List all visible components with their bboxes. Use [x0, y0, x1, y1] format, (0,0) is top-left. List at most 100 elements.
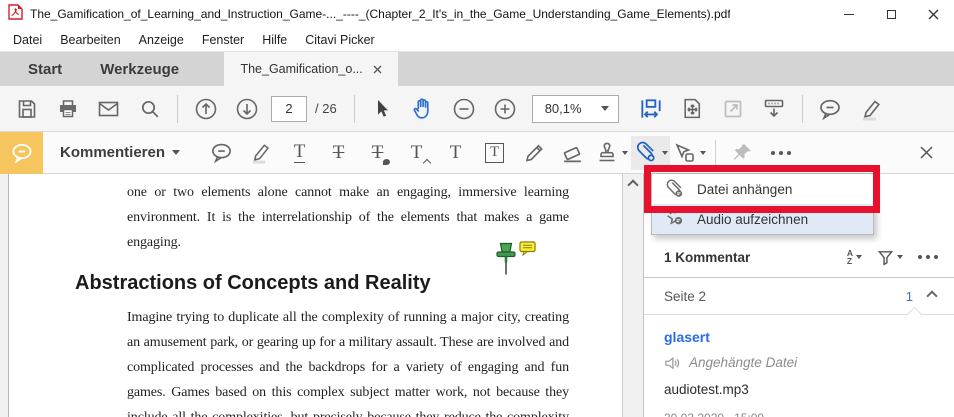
save-icon [15, 97, 39, 121]
scroll-up-icon[interactable] [627, 179, 638, 190]
attach-file-tool[interactable] [631, 136, 670, 170]
attachment-pushpin-annotation[interactable] [495, 242, 517, 285]
comment-card[interactable]: glasert Angehängte Datei audiotest.mp3 3… [644, 315, 954, 417]
commentieren-caret-icon [172, 150, 180, 155]
page-group-row[interactable]: Seite 2 1 [644, 278, 954, 314]
text-box-icon: T [485, 143, 504, 163]
minimize-button[interactable] [828, 0, 870, 28]
shapes-icon [673, 141, 697, 165]
attach-dropdown-menu: Datei anhängen Audio aufzeichnen [651, 173, 874, 235]
add-text-tool[interactable]: T [436, 136, 475, 170]
print-button[interactable] [47, 90, 88, 128]
highlighter-icon [248, 140, 273, 165]
eraser-icon [560, 140, 585, 165]
menu-item-attach-file[interactable]: Datei anhängen [652, 174, 873, 204]
close-comment-toolbar-button[interactable] [907, 136, 946, 170]
zoom-in-icon [492, 96, 518, 122]
maximize-button[interactable] [870, 0, 912, 28]
paperclip-icon [634, 140, 659, 165]
fit-page-icon [680, 96, 705, 121]
filter-funnel-icon [877, 249, 894, 266]
window-title: The_Gamification_of_Learning_and_Instruc… [30, 7, 730, 21]
cursor-icon [371, 98, 393, 120]
highlight-text-tool[interactable] [241, 136, 280, 170]
search-button[interactable] [129, 90, 170, 128]
menu-citavi-picker[interactable]: Citavi Picker [296, 33, 383, 47]
print-icon [56, 97, 80, 121]
ellipsis-icon [771, 151, 791, 155]
drawing-caret-icon [700, 151, 706, 155]
more-tools-button[interactable] [761, 136, 800, 170]
sort-comments-button[interactable]: AZ [847, 249, 862, 266]
menu-hilfe[interactable]: Hilfe [253, 33, 296, 47]
hand-icon [411, 96, 436, 121]
window-controls [828, 0, 954, 28]
comment-author: glasert [664, 329, 938, 345]
sticky-note-icon [209, 140, 234, 165]
tab-document-label: The_Gamification_o... [240, 62, 362, 76]
acrobat-window: The_Gamification_of_Learning_and_Instruc… [0, 0, 954, 417]
insert-text-tool[interactable]: T [397, 136, 436, 170]
pencil-tool[interactable] [514, 136, 553, 170]
menu-datei[interactable]: Datei [4, 33, 51, 47]
sticky-note-tool[interactable] [202, 136, 241, 170]
attached-filename[interactable]: audiotest.mp3 [664, 382, 938, 397]
collapse-group-icon[interactable] [926, 290, 937, 301]
email-button[interactable] [88, 90, 129, 128]
underline-text-tool[interactable]: T [280, 136, 319, 170]
zoom-caret-icon [601, 106, 609, 111]
strikethrough-text-tool[interactable]: T [319, 136, 358, 170]
eraser-tool[interactable] [553, 136, 592, 170]
fit-width-button[interactable] [631, 90, 672, 128]
pdf-page[interactable]: one or two elements alone cannot make an… [9, 174, 622, 417]
speaker-icon [664, 356, 680, 370]
fullscreen-button[interactable] [713, 90, 754, 128]
menu-item-label: Datei anhängen [697, 182, 792, 197]
stamp-icon [595, 141, 619, 165]
close-icon [928, 9, 939, 20]
page-up-icon [193, 96, 219, 122]
keep-tool-selected-toggle[interactable] [722, 136, 761, 170]
close-button[interactable] [912, 0, 954, 28]
fit-page-button[interactable] [672, 90, 713, 128]
tab-close-icon[interactable] [373, 65, 382, 74]
replace-text-tool[interactable]: T [358, 136, 397, 170]
hand-tool-button[interactable] [403, 90, 444, 128]
comment-bubble-button[interactable] [810, 90, 851, 128]
menu-item-record-audio[interactable]: Audio aufzeichnen [652, 204, 873, 234]
commentieren-dropdown[interactable]: Kommentieren [60, 144, 180, 161]
pdf-section-heading: Abstractions of Concepts and Reality [75, 272, 431, 295]
stamp-tool[interactable] [592, 136, 631, 170]
menu-bearbeiten[interactable]: Bearbeiten [51, 33, 129, 47]
next-page-button[interactable] [226, 90, 267, 128]
record-audio-icon [664, 208, 686, 230]
hide-toolbar-button[interactable] [754, 90, 795, 128]
tab-werkzeuge[interactable]: Werkzeuge [81, 52, 198, 86]
select-tool-button[interactable] [362, 90, 403, 128]
drawing-tools[interactable] [670, 136, 709, 170]
zoom-level-value: 80,1% [533, 101, 592, 116]
highlight-button[interactable] [851, 90, 892, 128]
comment-timestamp: 30.03.2020 15:09 [664, 411, 938, 417]
tab-start[interactable]: Start [9, 52, 81, 86]
save-button[interactable] [6, 90, 47, 128]
zoom-out-button[interactable] [444, 90, 485, 128]
text-box-tool[interactable]: T [475, 136, 514, 170]
document-scrollbar[interactable] [622, 174, 643, 417]
page-count-label: / 26 [315, 101, 337, 116]
panel-options-button[interactable] [918, 255, 938, 259]
toolbar-separator [354, 95, 355, 123]
filter-comments-button[interactable] [877, 249, 903, 266]
page-number-input[interactable]: 2 [271, 96, 307, 122]
menu-fenster[interactable]: Fenster [193, 33, 253, 47]
previous-page-button[interactable] [185, 90, 226, 128]
email-icon [96, 97, 121, 121]
note-popup-icon[interactable] [519, 241, 536, 261]
toolbar-separator [802, 95, 803, 123]
stamp-caret-icon [622, 151, 628, 155]
page-group-count: 1 [906, 289, 913, 304]
menu-anzeige[interactable]: Anzeige [130, 33, 193, 47]
zoom-in-button[interactable] [485, 90, 526, 128]
tab-document[interactable]: The_Gamification_o... [224, 52, 398, 86]
zoom-level-select[interactable]: 80,1% [532, 95, 619, 123]
